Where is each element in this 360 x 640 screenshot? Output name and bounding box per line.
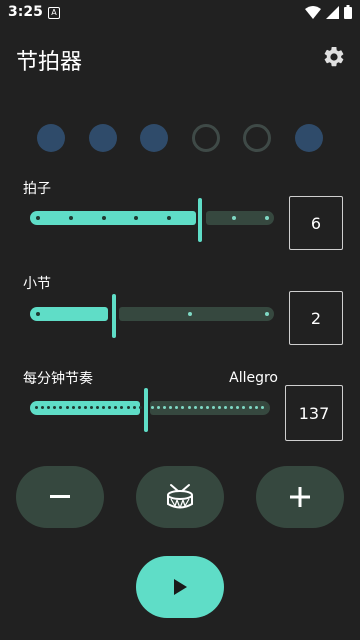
slider-tick	[265, 312, 269, 316]
tempo-slider[interactable]	[30, 388, 270, 432]
wifi-icon	[305, 5, 321, 19]
slider-track-inactive	[206, 211, 274, 225]
beats-value: 6	[310, 213, 322, 233]
slider-tick	[218, 406, 221, 409]
bars-slider[interactable]	[30, 294, 274, 338]
slider-tick	[150, 406, 154, 409]
beats-label: 拍子	[23, 181, 51, 197]
beats-value-box[interactable]: 6	[289, 196, 343, 250]
slider-tick	[248, 406, 252, 409]
slider-tick	[126, 406, 130, 409]
slider-tick	[205, 406, 209, 409]
slider-tick	[187, 406, 191, 409]
slider-tick	[167, 216, 171, 220]
slider-tick	[132, 406, 136, 409]
slider-tick	[199, 406, 203, 409]
increase-button[interactable]	[256, 466, 344, 528]
tempo-name: Allegro	[229, 370, 278, 386]
slider-thumb[interactable]	[112, 294, 116, 338]
beat-dot[interactable]	[89, 124, 117, 152]
app-bar: 节拍器	[0, 24, 360, 88]
slider-tick	[138, 406, 142, 409]
play-icon	[174, 579, 187, 595]
slider-tick	[193, 406, 197, 409]
slider-tick	[71, 406, 75, 409]
slider-track-inactive	[119, 307, 274, 321]
slider-tick	[265, 216, 269, 220]
bars-value-box[interactable]: 2	[289, 291, 343, 345]
signal-icon	[326, 5, 339, 19]
slider-thumb[interactable]	[144, 388, 148, 432]
slider-tick	[211, 406, 215, 409]
tempo-value: 137	[298, 403, 330, 423]
plus-icon	[290, 487, 310, 507]
settings-button[interactable]	[322, 45, 346, 69]
slider-track-active	[30, 211, 196, 225]
beat-dot[interactable]	[192, 124, 220, 152]
tempo-label: 每分钟节奏	[23, 371, 93, 387]
slider-tick	[83, 406, 87, 409]
status-bar: 3:25 A	[0, 0, 360, 24]
play-button[interactable]	[136, 556, 224, 618]
slider-tick	[254, 406, 258, 409]
slider-tick	[157, 406, 160, 409]
gear-icon	[324, 46, 344, 67]
slider-tick	[232, 216, 236, 220]
slider-tick	[96, 406, 99, 409]
slider-tick	[69, 216, 73, 220]
slider-tick	[89, 406, 93, 409]
bars-label: 小节	[23, 276, 51, 292]
slider-tick	[77, 406, 81, 409]
bars-value: 2	[310, 308, 322, 328]
slider-track-inactive	[150, 401, 270, 415]
slider-tick	[65, 406, 69, 409]
slider-tick	[134, 216, 138, 220]
beat-dot[interactable]	[243, 124, 271, 152]
slider-tick	[260, 406, 264, 409]
battery-icon	[344, 5, 352, 19]
notification-icon: A	[48, 7, 60, 19]
slider-thumb[interactable]	[198, 198, 202, 242]
slider-tick	[35, 406, 38, 409]
slider-tick	[36, 216, 40, 220]
minus-icon	[50, 495, 70, 498]
slider-tick	[188, 312, 192, 316]
tempo-value-box[interactable]: 137	[285, 385, 343, 441]
status-icons	[305, 5, 352, 19]
slider-track-active	[30, 307, 108, 321]
beat-dot[interactable]	[295, 124, 323, 152]
slider-tick	[102, 216, 106, 220]
page-title: 节拍器	[16, 50, 83, 75]
decrease-button[interactable]	[16, 466, 104, 528]
drum-icon	[167, 484, 193, 509]
beat-dot[interactable]	[37, 124, 65, 152]
tap-tempo-button[interactable]	[136, 466, 224, 528]
slider-tick	[36, 312, 40, 316]
beat-dot[interactable]	[140, 124, 168, 152]
status-time: 3:25	[8, 4, 43, 20]
beats-slider[interactable]	[30, 198, 274, 242]
beat-indicator	[0, 124, 360, 156]
